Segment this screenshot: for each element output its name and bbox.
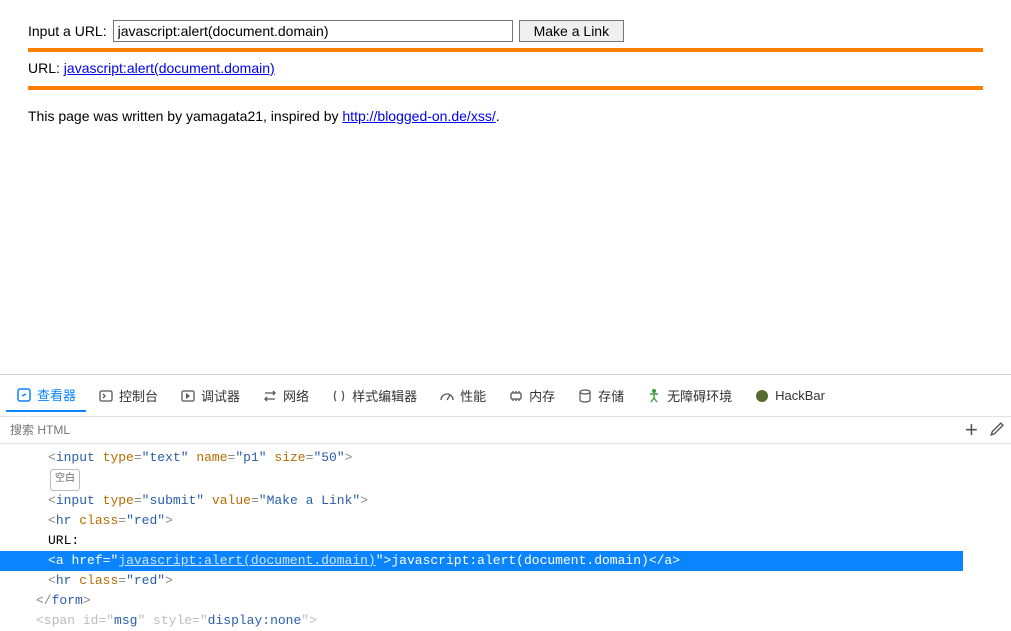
inspector-icon — [16, 387, 32, 403]
style-editor-icon — [331, 388, 347, 404]
network-icon — [262, 388, 278, 404]
tab-debugger[interactable]: 调试器 — [170, 380, 250, 411]
new-node-button[interactable]: + — [955, 417, 988, 443]
devtools-tabbar: 查看器 控制台 调试器 网络 样式编辑器 性能 — [0, 375, 1011, 417]
url-label: URL: — [28, 60, 64, 76]
make-link-button[interactable]: Make a Link — [519, 20, 624, 42]
tab-performance[interactable]: 性能 — [429, 380, 496, 411]
eyedropper-icon[interactable] — [988, 421, 1005, 439]
divider-red — [28, 48, 983, 52]
divider-red — [28, 86, 983, 90]
dom-tree[interactable]: <input type="text" name="p1" size="50">空… — [0, 444, 1011, 631]
tab-network[interactable]: 网络 — [252, 380, 319, 411]
input-url-label: Input a URL: — [28, 23, 107, 39]
memory-icon — [508, 388, 524, 404]
tab-hackbar[interactable]: HackBar — [744, 382, 835, 410]
credits-text: This page was written by yamagata21, ins… — [28, 108, 983, 124]
storage-icon — [577, 388, 593, 404]
performance-icon — [439, 388, 455, 404]
devtools-panel: 查看器 控制台 调试器 网络 样式编辑器 性能 — [0, 374, 1011, 631]
devtools-search-input[interactable] — [6, 417, 955, 443]
debugger-icon — [180, 388, 196, 404]
tab-memory[interactable]: 内存 — [498, 380, 565, 411]
hackbar-icon — [754, 388, 770, 404]
tab-console[interactable]: 控制台 — [88, 380, 168, 411]
accessibility-icon — [646, 388, 662, 404]
tab-storage[interactable]: 存储 — [567, 380, 634, 411]
tab-style-editor[interactable]: 样式编辑器 — [321, 380, 427, 411]
tab-accessibility[interactable]: 无障碍环境 — [636, 380, 742, 411]
generated-link[interactable]: javascript:alert(document.domain) — [64, 60, 275, 76]
tab-inspector[interactable]: 查看器 — [6, 379, 86, 412]
console-icon — [98, 388, 114, 404]
url-input[interactable] — [113, 20, 513, 42]
credits-link[interactable]: http://blogged-on.de/xss/ — [342, 108, 495, 124]
